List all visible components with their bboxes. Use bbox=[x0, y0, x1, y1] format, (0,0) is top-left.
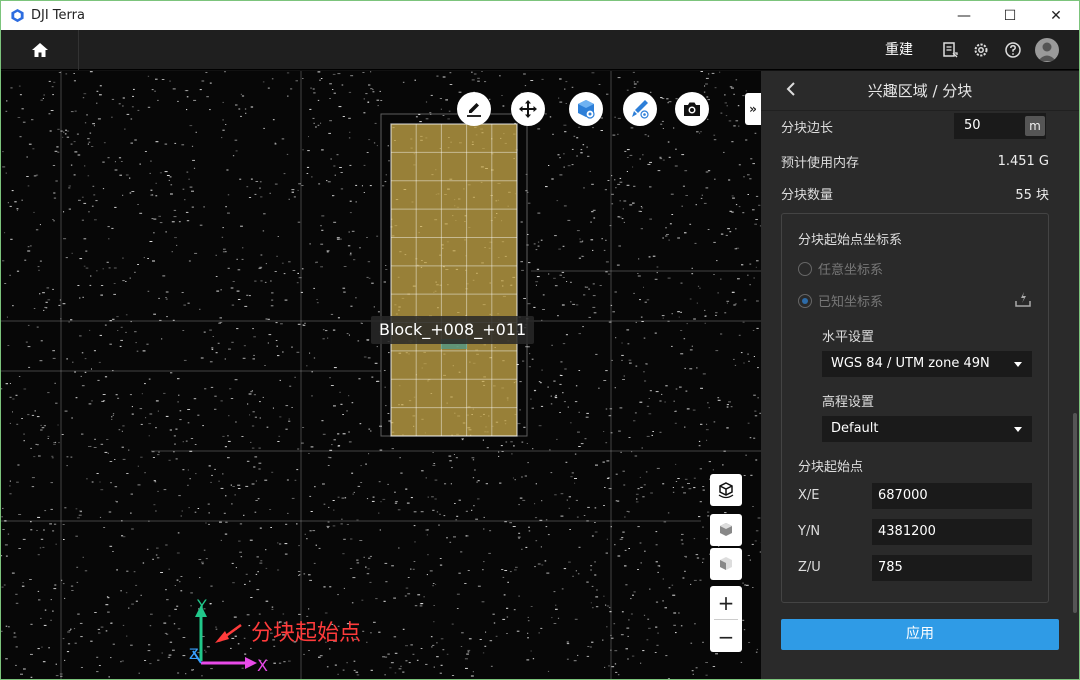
maximize-button[interactable]: ☐ bbox=[987, 1, 1033, 30]
collapse-panel-button[interactable]: » bbox=[745, 93, 761, 125]
point-cloud-canvas: Y X Z bbox=[1, 71, 761, 679]
memory-value: 1.451 G bbox=[997, 153, 1049, 169]
radio-any-label: 任意坐标系 bbox=[818, 263, 884, 278]
block-count-row: 分块数量 55 块 bbox=[781, 180, 1049, 206]
help-icon[interactable] bbox=[1004, 41, 1022, 59]
z-input[interactable]: 785 bbox=[872, 555, 1032, 581]
x-input[interactable]: 687000 bbox=[872, 483, 1032, 509]
axis-y-label: Y bbox=[196, 596, 207, 615]
camera-icon bbox=[684, 102, 700, 116]
y-input[interactable]: 4381200 bbox=[872, 519, 1032, 545]
zoom-in-button[interactable]: + bbox=[710, 586, 742, 619]
elevation-setting-select[interactable]: Default bbox=[822, 416, 1032, 442]
y-label: Y/N bbox=[798, 524, 821, 539]
dji-terra-logo-icon bbox=[11, 8, 24, 23]
horizontal-setting-value: WGS 84 / UTM zone 49N bbox=[831, 356, 990, 371]
coord-system-group: 分块起始点坐标系 任意坐标系 已知坐标系 水平设置 WGS 84 / UTM z… bbox=[781, 213, 1049, 603]
roi-block-area[interactable] bbox=[390, 123, 518, 437]
horizontal-setting-label: 水平设置 bbox=[822, 330, 875, 345]
panel-title: 兴趣区域 / 分块 bbox=[867, 82, 973, 100]
rebuild-button[interactable]: 重建 bbox=[885, 30, 913, 70]
user-icon bbox=[1038, 42, 1056, 61]
origin-annotation: 分块起始点 bbox=[251, 621, 362, 646]
cube-view-icon bbox=[578, 100, 595, 119]
block-count-value: 55 块 bbox=[1015, 187, 1049, 203]
window-controls: — ☐ ✕ bbox=[941, 1, 1079, 30]
block-edge-label: 分块边长 bbox=[781, 120, 834, 136]
reset-view-icon bbox=[718, 482, 734, 499]
horizontal-setting-select[interactable]: WGS 84 / UTM zone 49N bbox=[822, 351, 1032, 377]
apply-button[interactable]: 应用 bbox=[781, 619, 1059, 650]
panel-header: 兴趣区域 / 分块 bbox=[761, 71, 1079, 111]
edit-icon bbox=[467, 103, 481, 117]
move-icon bbox=[519, 100, 537, 118]
zoom-controls: + − bbox=[710, 586, 742, 652]
radio-known-label: 已知坐标系 bbox=[818, 295, 884, 310]
memory-label: 预计使用内存 bbox=[781, 155, 860, 171]
radio-any-indicator bbox=[798, 261, 812, 276]
chevron-down-icon bbox=[1014, 427, 1022, 432]
title-bar: DJI Terra — ☐ ✕ bbox=[1, 1, 1079, 30]
home-icon bbox=[31, 43, 48, 57]
reset-view-button[interactable] bbox=[710, 474, 742, 506]
home-button[interactable] bbox=[1, 30, 79, 70]
point-cloud-viewport[interactable]: Y X Z » Block_+008_+011 + − 分块起始点 bbox=[1, 71, 761, 679]
block-origin-title: 分块起始点 bbox=[798, 460, 864, 475]
radio-known-indicator bbox=[798, 293, 812, 308]
radio-any-coord[interactable]: 任意坐标系 bbox=[798, 259, 883, 278]
import-coord-icon[interactable] bbox=[1014, 290, 1032, 308]
close-button[interactable]: ✕ bbox=[1033, 1, 1079, 30]
memory-row: 预计使用内存 1.451 G bbox=[781, 148, 1049, 174]
brush-view-icon bbox=[632, 100, 649, 119]
axis-x-label: X bbox=[257, 656, 268, 675]
block-edge-unit: m bbox=[1025, 116, 1045, 136]
coord-system-title: 分块起始点坐标系 bbox=[798, 233, 903, 248]
screenshot-button[interactable] bbox=[675, 92, 709, 126]
zoom-out-button[interactable]: − bbox=[710, 620, 742, 653]
elevation-setting-label: 高程设置 bbox=[822, 395, 875, 410]
axis-z-label: Z bbox=[189, 647, 199, 663]
cube-view-button[interactable] bbox=[569, 92, 603, 126]
side-view-button[interactable] bbox=[710, 548, 742, 580]
chevron-down-icon bbox=[1014, 362, 1022, 367]
block-name-label: Block_+008_+011 bbox=[371, 316, 535, 344]
app-title: DJI Terra bbox=[31, 8, 85, 23]
report-icon[interactable] bbox=[941, 41, 959, 59]
minimize-button[interactable]: — bbox=[941, 1, 987, 30]
x-label: X/E bbox=[798, 488, 820, 503]
cube-top-icon bbox=[720, 523, 732, 536]
app-window: DJI Terra — ☐ ✕ 重建 Y X Z » Block_+008_+0… bbox=[0, 0, 1080, 680]
top-view-button[interactable] bbox=[710, 514, 742, 546]
panel-scrollbar[interactable] bbox=[1073, 413, 1077, 613]
brush-view-button[interactable] bbox=[623, 92, 657, 126]
edit-button[interactable] bbox=[457, 92, 491, 126]
cube-side-icon bbox=[720, 557, 732, 570]
radio-known-coord[interactable]: 已知坐标系 bbox=[798, 291, 883, 310]
block-count-label: 分块数量 bbox=[781, 187, 834, 203]
roi-block-panel: 兴趣区域 / 分块 分块边长 50 m 预计使用内存 1.451 G 分块数量 … bbox=[761, 71, 1079, 679]
gear-icon[interactable] bbox=[972, 41, 990, 59]
top-toolbar: 重建 bbox=[1, 30, 1079, 70]
z-label: Z/U bbox=[798, 560, 821, 575]
elevation-setting-value: Default bbox=[831, 421, 879, 436]
avatar[interactable] bbox=[1035, 38, 1059, 62]
move-button[interactable] bbox=[511, 92, 545, 126]
